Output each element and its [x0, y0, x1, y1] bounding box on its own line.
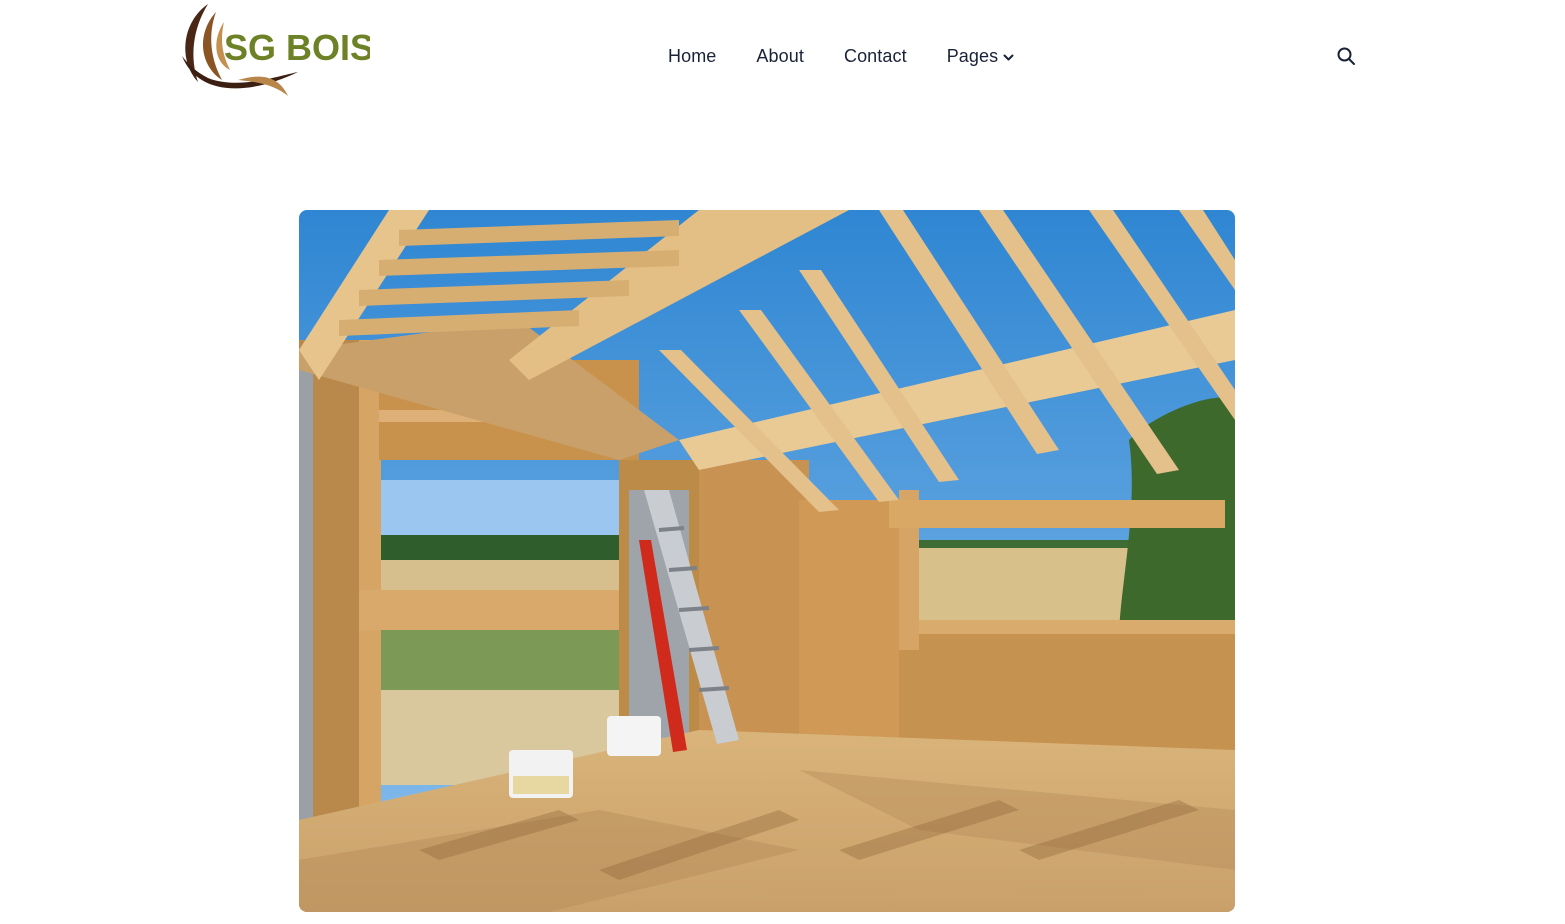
nav-pages[interactable]: Pages [947, 46, 1015, 67]
site-logo[interactable]: SG BOIS [178, 0, 370, 108]
search-icon [1337, 47, 1355, 65]
chevron-down-icon [1003, 46, 1014, 67]
nav-pages-label: Pages [946, 45, 999, 66]
main-nav: Home About Contact Pages [668, 42, 1014, 70]
nav-home[interactable]: Home [668, 46, 716, 67]
hero-photo [299, 210, 1235, 912]
logo-graphic: SG BOIS [182, 4, 370, 96]
nav-contact[interactable]: Contact [844, 46, 907, 67]
search-button[interactable] [1336, 46, 1356, 66]
nav-about[interactable]: About [756, 46, 804, 67]
hero-image [299, 210, 1235, 912]
site-header: SG BOIS Home About Contact Pages [0, 0, 1565, 120]
brand-name: SG BOIS [224, 27, 370, 68]
